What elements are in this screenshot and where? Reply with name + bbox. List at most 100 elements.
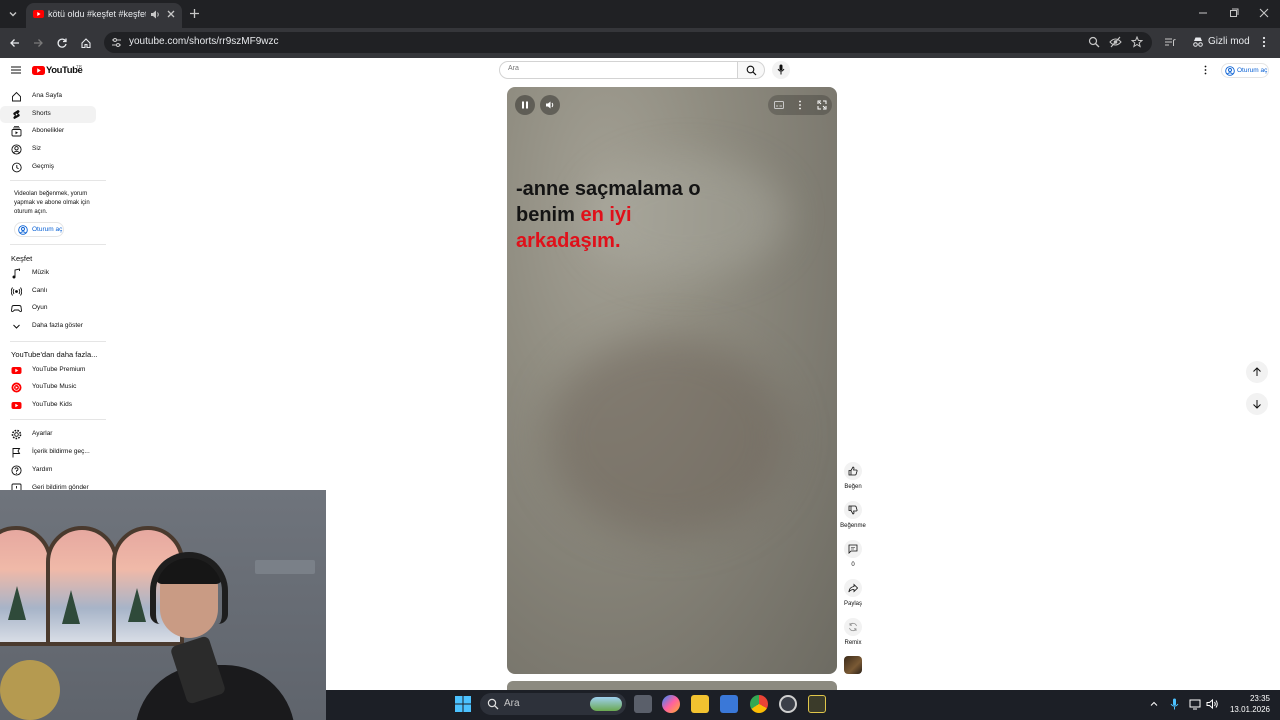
notes-app-icon[interactable] xyxy=(808,695,826,713)
forward-icon[interactable] xyxy=(32,37,44,49)
share-button[interactable] xyxy=(844,579,862,597)
task-view-icon[interactable] xyxy=(634,695,652,713)
media-control-icon[interactable] xyxy=(1164,36,1176,48)
home-icon xyxy=(11,91,22,102)
site-info-icon[interactable] xyxy=(111,37,122,48)
taskbar-search[interactable]: Ara xyxy=(480,693,626,715)
like-button[interactable] xyxy=(844,462,862,480)
tab-close-icon[interactable] xyxy=(166,9,176,19)
search-input[interactable] xyxy=(508,65,728,72)
sidebar-item-chevron-down[interactable]: Daha fazla göster xyxy=(0,318,96,335)
sidebar-item-settings[interactable]: Ayarlar xyxy=(0,426,96,443)
sidebar-item-label: Müzik xyxy=(32,269,49,276)
sidebar-divider xyxy=(10,244,106,245)
tray-network-icon[interactable] xyxy=(1189,698,1201,710)
microsoft-store-icon[interactable] xyxy=(720,695,738,713)
remix-button[interactable] xyxy=(844,618,862,636)
chrome-icon[interactable] xyxy=(750,695,768,713)
video-more-icon[interactable] xyxy=(798,100,802,110)
fullscreen-icon[interactable] xyxy=(817,100,827,110)
tray-chevron-up-icon[interactable] xyxy=(1149,699,1159,709)
caption-red-text: en iyi xyxy=(580,204,632,226)
incognito-label[interactable]: Gizli mod xyxy=(1208,36,1250,47)
pause-button[interactable] xyxy=(515,95,535,115)
thumbs-up-icon xyxy=(848,466,858,476)
remix-icon xyxy=(848,622,858,632)
sidebar-item-youtube-music[interactable]: YouTube Music xyxy=(0,379,96,396)
restore-icon[interactable] xyxy=(1229,8,1239,18)
search-box[interactable] xyxy=(499,61,738,79)
tab-search-icon[interactable] xyxy=(7,8,19,20)
taskbar-search-icon xyxy=(487,698,499,710)
sidebar-item-help[interactable]: Yardım xyxy=(0,462,96,479)
windows-start-icon[interactable] xyxy=(455,696,471,712)
youtube-logo[interactable]: YouTube TR xyxy=(32,64,84,78)
copilot-icon[interactable] xyxy=(662,695,680,713)
tab-audio-icon[interactable] xyxy=(150,9,161,20)
captions-icon[interactable] xyxy=(774,101,784,109)
shorts-video-player[interactable]: -anne saçmalama o benim en iyi arkadaşım… xyxy=(507,87,837,674)
pause-icon xyxy=(521,101,529,109)
signin-label: Oturum aç xyxy=(1237,67,1268,74)
sidebar-item-youtube-kids[interactable]: YouTube Kids xyxy=(0,397,96,414)
microphone-icon xyxy=(777,64,785,75)
comment-icon xyxy=(848,544,858,554)
bookmark-star-icon[interactable] xyxy=(1131,36,1143,48)
zoom-icon[interactable] xyxy=(1088,36,1100,48)
plush-toy xyxy=(0,660,60,720)
volume-button[interactable] xyxy=(540,95,560,115)
sidebar-signin-button[interactable]: Oturum aç xyxy=(14,222,64,237)
sidebar-item-flag[interactable]: İçerik bildirme geç... xyxy=(0,444,96,461)
hamburger-menu-icon[interactable] xyxy=(11,65,21,75)
tray-volume-icon[interactable] xyxy=(1206,698,1219,710)
sidebar-item-label: YouTube Kids xyxy=(32,401,72,408)
previous-video-button[interactable] xyxy=(1246,361,1268,383)
taskbar-clock[interactable]: 23:35 13.01.2026 xyxy=(1222,693,1270,715)
comments-button[interactable] xyxy=(844,540,862,558)
search-button[interactable] xyxy=(737,61,765,79)
arrow-up-icon xyxy=(1252,367,1262,377)
dislike-button[interactable] xyxy=(844,501,862,519)
file-explorer-icon[interactable] xyxy=(691,695,709,713)
minimize-icon[interactable] xyxy=(1198,8,1208,18)
snowy-tree xyxy=(62,590,80,624)
sidebar-item-subscriptions[interactable]: Abonelikler xyxy=(0,123,96,140)
yt-settings-menu-icon[interactable] xyxy=(1203,65,1208,75)
signin-button[interactable]: Oturum aç xyxy=(1221,63,1269,78)
new-tab-icon[interactable] xyxy=(189,8,200,19)
tray-microphone-icon[interactable] xyxy=(1170,698,1179,710)
like-label: Beğen xyxy=(844,484,862,490)
flag-icon xyxy=(11,447,22,458)
back-icon[interactable] xyxy=(9,37,21,49)
sidebar-item-home[interactable]: Ana Sayfa xyxy=(0,88,96,105)
sidebar-item-music[interactable]: Müzik xyxy=(0,265,96,282)
share-label: Paylaş xyxy=(843,601,862,607)
account-icon xyxy=(18,225,28,235)
url-text[interactable]: youtube.com/shorts/rr9szMF9wzc xyxy=(129,36,279,47)
sidebar-item-you[interactable]: Siz xyxy=(0,141,96,158)
more-from-youtube-heading: YouTube'dan daha fazla... xyxy=(11,350,98,359)
browser-tab[interactable]: kötü oldu #keşfet #keşfet # xyxy=(26,3,182,28)
incognito-icon[interactable] xyxy=(1192,36,1204,48)
settings-app-icon[interactable] xyxy=(779,695,797,713)
youtube-music-icon xyxy=(11,382,22,393)
sidebar-item-history[interactable]: Geçmiş xyxy=(0,159,96,176)
sidebar-item-label: Ayarlar xyxy=(32,430,53,437)
sidebar-item-gaming[interactable]: Oyun xyxy=(0,300,96,317)
reload-icon[interactable] xyxy=(56,37,68,49)
sidebar-item-shorts[interactable]: Shorts xyxy=(0,106,96,123)
next-video-button[interactable] xyxy=(1246,393,1268,415)
subscriptions-icon xyxy=(11,126,22,137)
browser-menu-icon[interactable] xyxy=(1261,36,1267,48)
sidebar-item-youtube-premium[interactable]: YouTube Premium xyxy=(0,362,96,379)
arched-window-center xyxy=(46,526,118,646)
youtube-logo-icon xyxy=(32,66,45,75)
sidebar-divider xyxy=(10,341,106,342)
channel-avatar[interactable] xyxy=(844,656,862,674)
close-window-icon[interactable] xyxy=(1259,8,1269,18)
sidebar-item-live[interactable]: Canlı xyxy=(0,283,96,300)
tracking-protection-icon[interactable] xyxy=(1109,36,1122,48)
home-browser-icon[interactable] xyxy=(80,37,92,49)
volume-icon xyxy=(545,100,555,110)
voice-search-button[interactable] xyxy=(772,61,790,79)
